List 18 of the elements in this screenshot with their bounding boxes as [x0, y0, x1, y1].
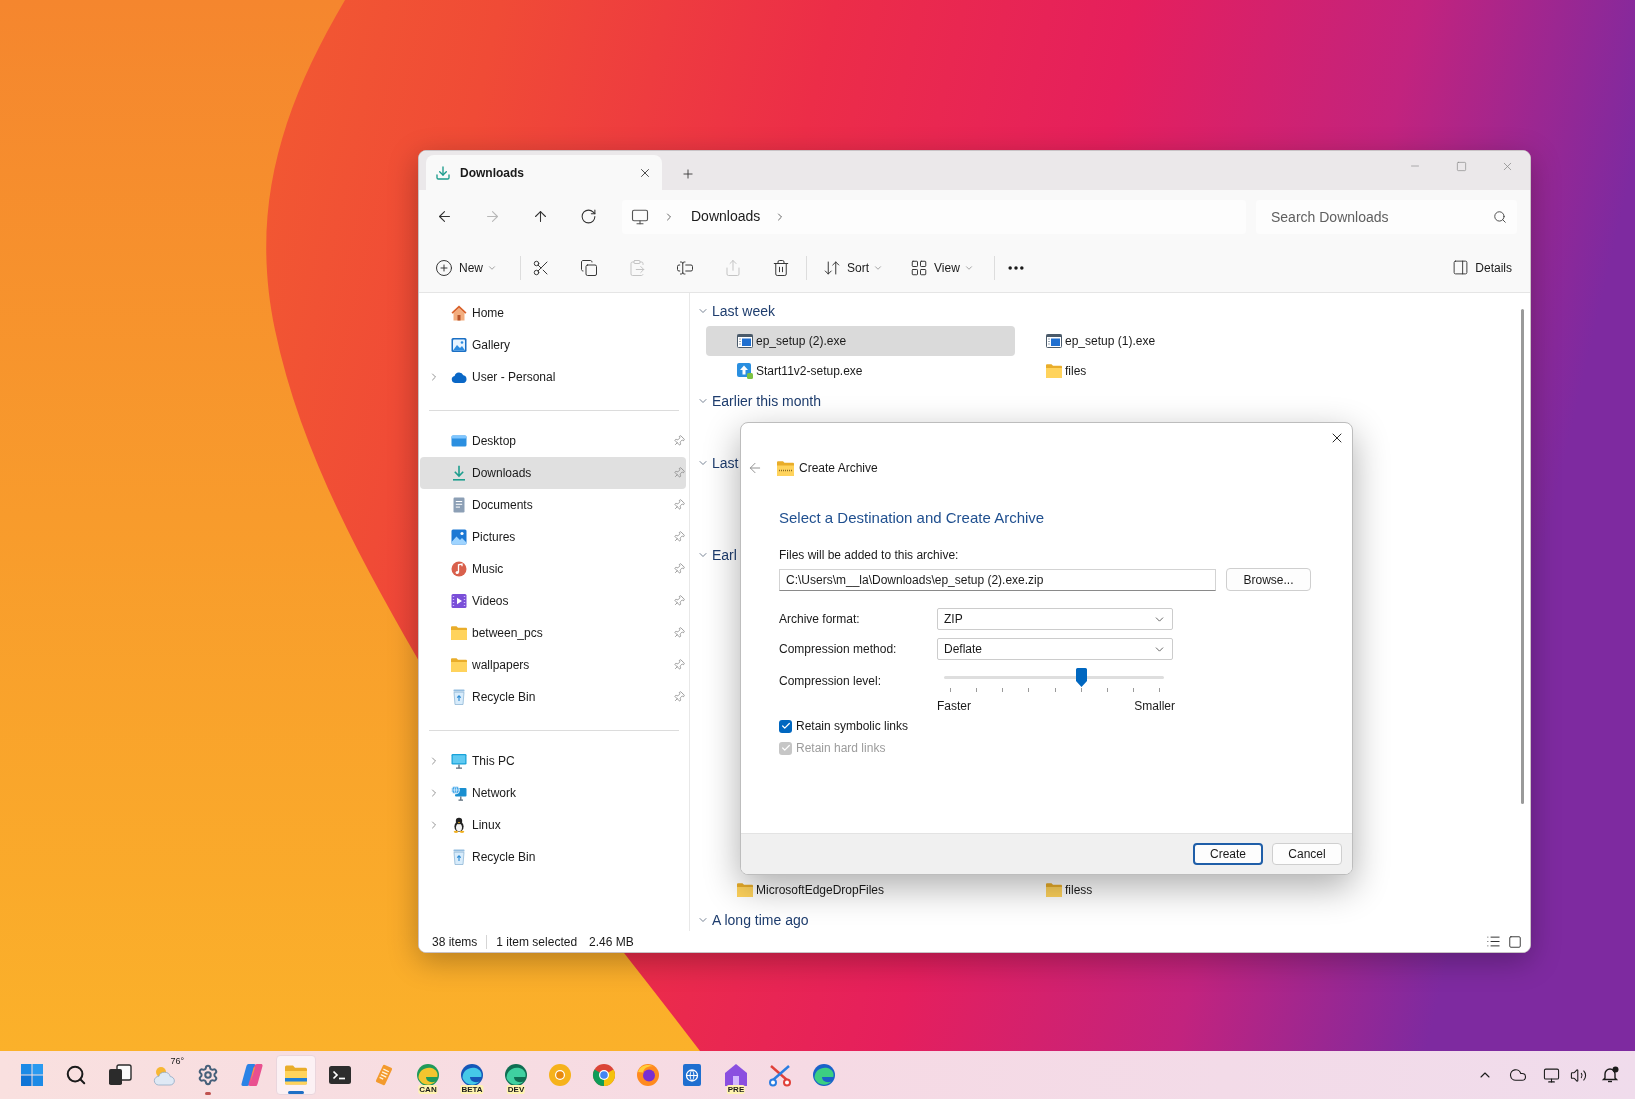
selection-count: 1 item selected	[496, 933, 578, 951]
field-label: Files will be added to this archive:	[779, 547, 960, 563]
slider-max-label: Smaller	[1134, 698, 1175, 714]
checkbox-label: Retain symbolic links	[796, 718, 909, 735]
field-label: Compression level:	[779, 673, 883, 689]
temperature-label: 76°	[170, 1056, 184, 1066]
icon-badge: DEV	[506, 1085, 526, 1094]
checkbox-label: Retain hard links	[796, 740, 886, 757]
item-count: 38 items	[432, 933, 478, 951]
icon-badge: CAN	[418, 1085, 438, 1094]
dialog-heading: Select a Destination and Create Archive	[779, 508, 1046, 528]
slider-min-label: Faster	[937, 698, 971, 714]
icon-badge: BETA	[460, 1085, 484, 1094]
field-label: Archive format:	[779, 611, 861, 628]
field-label: Compression method:	[779, 641, 898, 658]
icon-badge: PRE	[726, 1085, 746, 1094]
selection-size: 2.46 MB	[589, 933, 634, 951]
dialog-title: Create Archive	[799, 460, 878, 477]
